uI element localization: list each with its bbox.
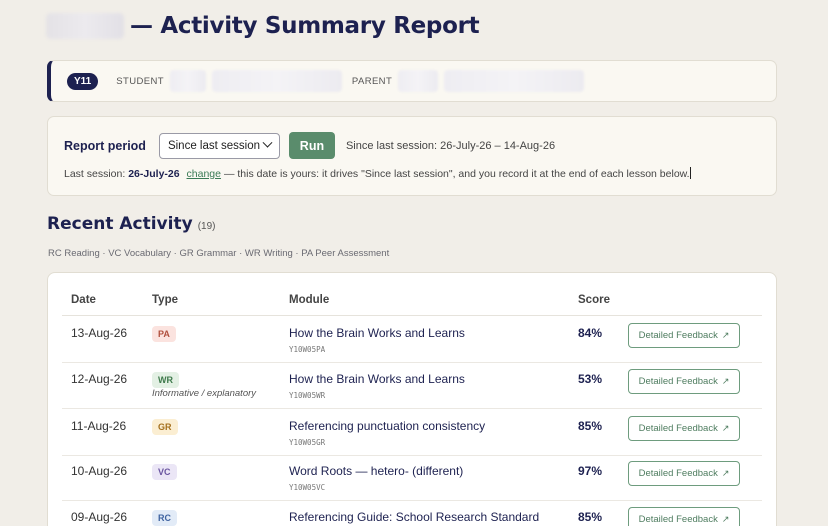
module-link[interactable]: Word Roots — hetero- (different) bbox=[289, 464, 463, 478]
activity-count: (19) bbox=[197, 221, 216, 232]
report-period-label: Report period bbox=[64, 138, 146, 153]
last-session-line: Last session: 26-July-26 change — this da… bbox=[64, 167, 691, 180]
module-code: Y10W05VC bbox=[289, 483, 326, 492]
report-period-panel: Report period Since last session Run Sin… bbox=[47, 116, 777, 196]
redacted-parent-email bbox=[444, 70, 585, 92]
report-range-text: Since last session: 26-July-26 – 14-Aug-… bbox=[345, 139, 556, 152]
external-arrow-icon: ↗ bbox=[721, 330, 730, 340]
row-score: 85% bbox=[578, 419, 603, 433]
module-code: Y10W05PA bbox=[289, 345, 326, 354]
report-period-value: Since last session bbox=[167, 139, 260, 152]
row-date: 12-Aug-26 bbox=[71, 372, 128, 386]
external-arrow-icon: ↗ bbox=[721, 376, 730, 386]
table-row: 11-Aug-26 GR Referencing punctuation consi… bbox=[48, 410, 776, 456]
report-period-select[interactable]: Since last session bbox=[158, 132, 280, 159]
activity-table: Date Type Module Score 13-Aug-26 PA How th… bbox=[47, 272, 777, 526]
last-session-note: — this date is yours: it drives "Since l… bbox=[223, 168, 690, 180]
module-code: Y10W05GR bbox=[289, 438, 326, 447]
recent-activity-heading: Recent Activity (19) bbox=[47, 214, 215, 234]
row-score: 84% bbox=[578, 326, 603, 340]
row-score: 97% bbox=[578, 464, 603, 478]
module-link[interactable]: Referencing punctuation consistency bbox=[289, 419, 485, 433]
module-link[interactable]: Referencing Guide: School Research Stand… bbox=[289, 510, 539, 524]
run-button[interactable]: Run bbox=[288, 132, 335, 159]
type-badge: WR bbox=[152, 372, 179, 388]
table-row: 13-Aug-26 PA How the Brain Works and Learn… bbox=[48, 317, 776, 363]
change-link[interactable]: change bbox=[187, 168, 221, 180]
header-divider bbox=[62, 315, 762, 316]
row-date: 13-Aug-26 bbox=[71, 326, 128, 340]
redacted-student-email bbox=[211, 70, 342, 92]
detailed-feedback-button[interactable]: Detailed Feedback ↗ bbox=[628, 323, 740, 348]
recent-activity-title: Recent Activity bbox=[47, 214, 193, 234]
year-badge: Y11 bbox=[67, 72, 99, 90]
row-date: 09-Aug-26 bbox=[71, 510, 128, 524]
table-row: 12-Aug-26 WR Informative / explanatory How … bbox=[48, 363, 776, 409]
text-cursor bbox=[689, 167, 691, 179]
detailed-feedback-button[interactable]: Detailed Feedback ↗ bbox=[628, 461, 740, 486]
report-title: — Activity Summary Report bbox=[130, 13, 480, 39]
row-date: 11-Aug-26 bbox=[71, 419, 127, 433]
last-session-date: 26-July-26 bbox=[128, 168, 180, 180]
table-row: 09-Aug-26 RC Referencing Guide: School Res… bbox=[48, 501, 776, 526]
external-arrow-icon: ↗ bbox=[721, 468, 730, 478]
feedback-label: Detailed Feedback bbox=[638, 376, 718, 387]
page-title: — Activity Summary Report bbox=[46, 10, 480, 42]
row-divider bbox=[62, 408, 762, 409]
type-note: Informative / explanatory bbox=[152, 388, 257, 399]
detailed-feedback-button[interactable]: Detailed Feedback ↗ bbox=[628, 416, 740, 441]
redacted-student-name bbox=[46, 13, 124, 39]
type-badge: GR bbox=[152, 419, 178, 435]
module-code: Y10W05WR bbox=[289, 391, 326, 400]
feedback-label: Detailed Feedback bbox=[638, 468, 718, 479]
feedback-label: Detailed Feedback bbox=[638, 514, 718, 525]
column-header-module: Module bbox=[289, 294, 330, 306]
column-header-type: Type bbox=[152, 294, 178, 306]
row-score: 85% bbox=[578, 510, 603, 524]
row-date: 10-Aug-26 bbox=[71, 464, 128, 478]
feedback-label: Detailed Feedback bbox=[638, 423, 718, 434]
detailed-feedback-button[interactable]: Detailed Feedback ↗ bbox=[628, 507, 740, 526]
feedback-label: Detailed Feedback bbox=[638, 330, 718, 341]
external-arrow-icon: ↗ bbox=[721, 514, 730, 524]
parent-label: PARENT bbox=[351, 75, 393, 87]
redacted-student-id bbox=[169, 70, 206, 92]
detailed-feedback-button[interactable]: Detailed Feedback ↗ bbox=[628, 369, 740, 394]
row-score: 53% bbox=[578, 372, 603, 386]
student-card: Y11 STUDENT PARENT bbox=[47, 60, 777, 102]
column-header-date: Date bbox=[71, 294, 96, 306]
module-link[interactable]: How the Brain Works and Learns bbox=[289, 326, 465, 340]
type-badge: RC bbox=[152, 510, 177, 526]
last-session-label: Last session: bbox=[64, 168, 126, 180]
external-arrow-icon: ↗ bbox=[721, 423, 730, 433]
table-row: 10-Aug-26 VC Word Roots — hetero- (differe… bbox=[48, 455, 776, 501]
type-legend: RC Reading · VC Vocabulary · GR Grammar … bbox=[48, 248, 390, 259]
type-badge: VC bbox=[152, 464, 177, 480]
chevron-down-icon bbox=[262, 137, 273, 148]
column-header-score: Score bbox=[578, 294, 610, 306]
student-label: STUDENT bbox=[116, 75, 164, 87]
module-link[interactable]: How the Brain Works and Learns bbox=[289, 372, 465, 386]
type-badge: PA bbox=[152, 326, 176, 342]
redacted-parent-name bbox=[398, 70, 439, 92]
